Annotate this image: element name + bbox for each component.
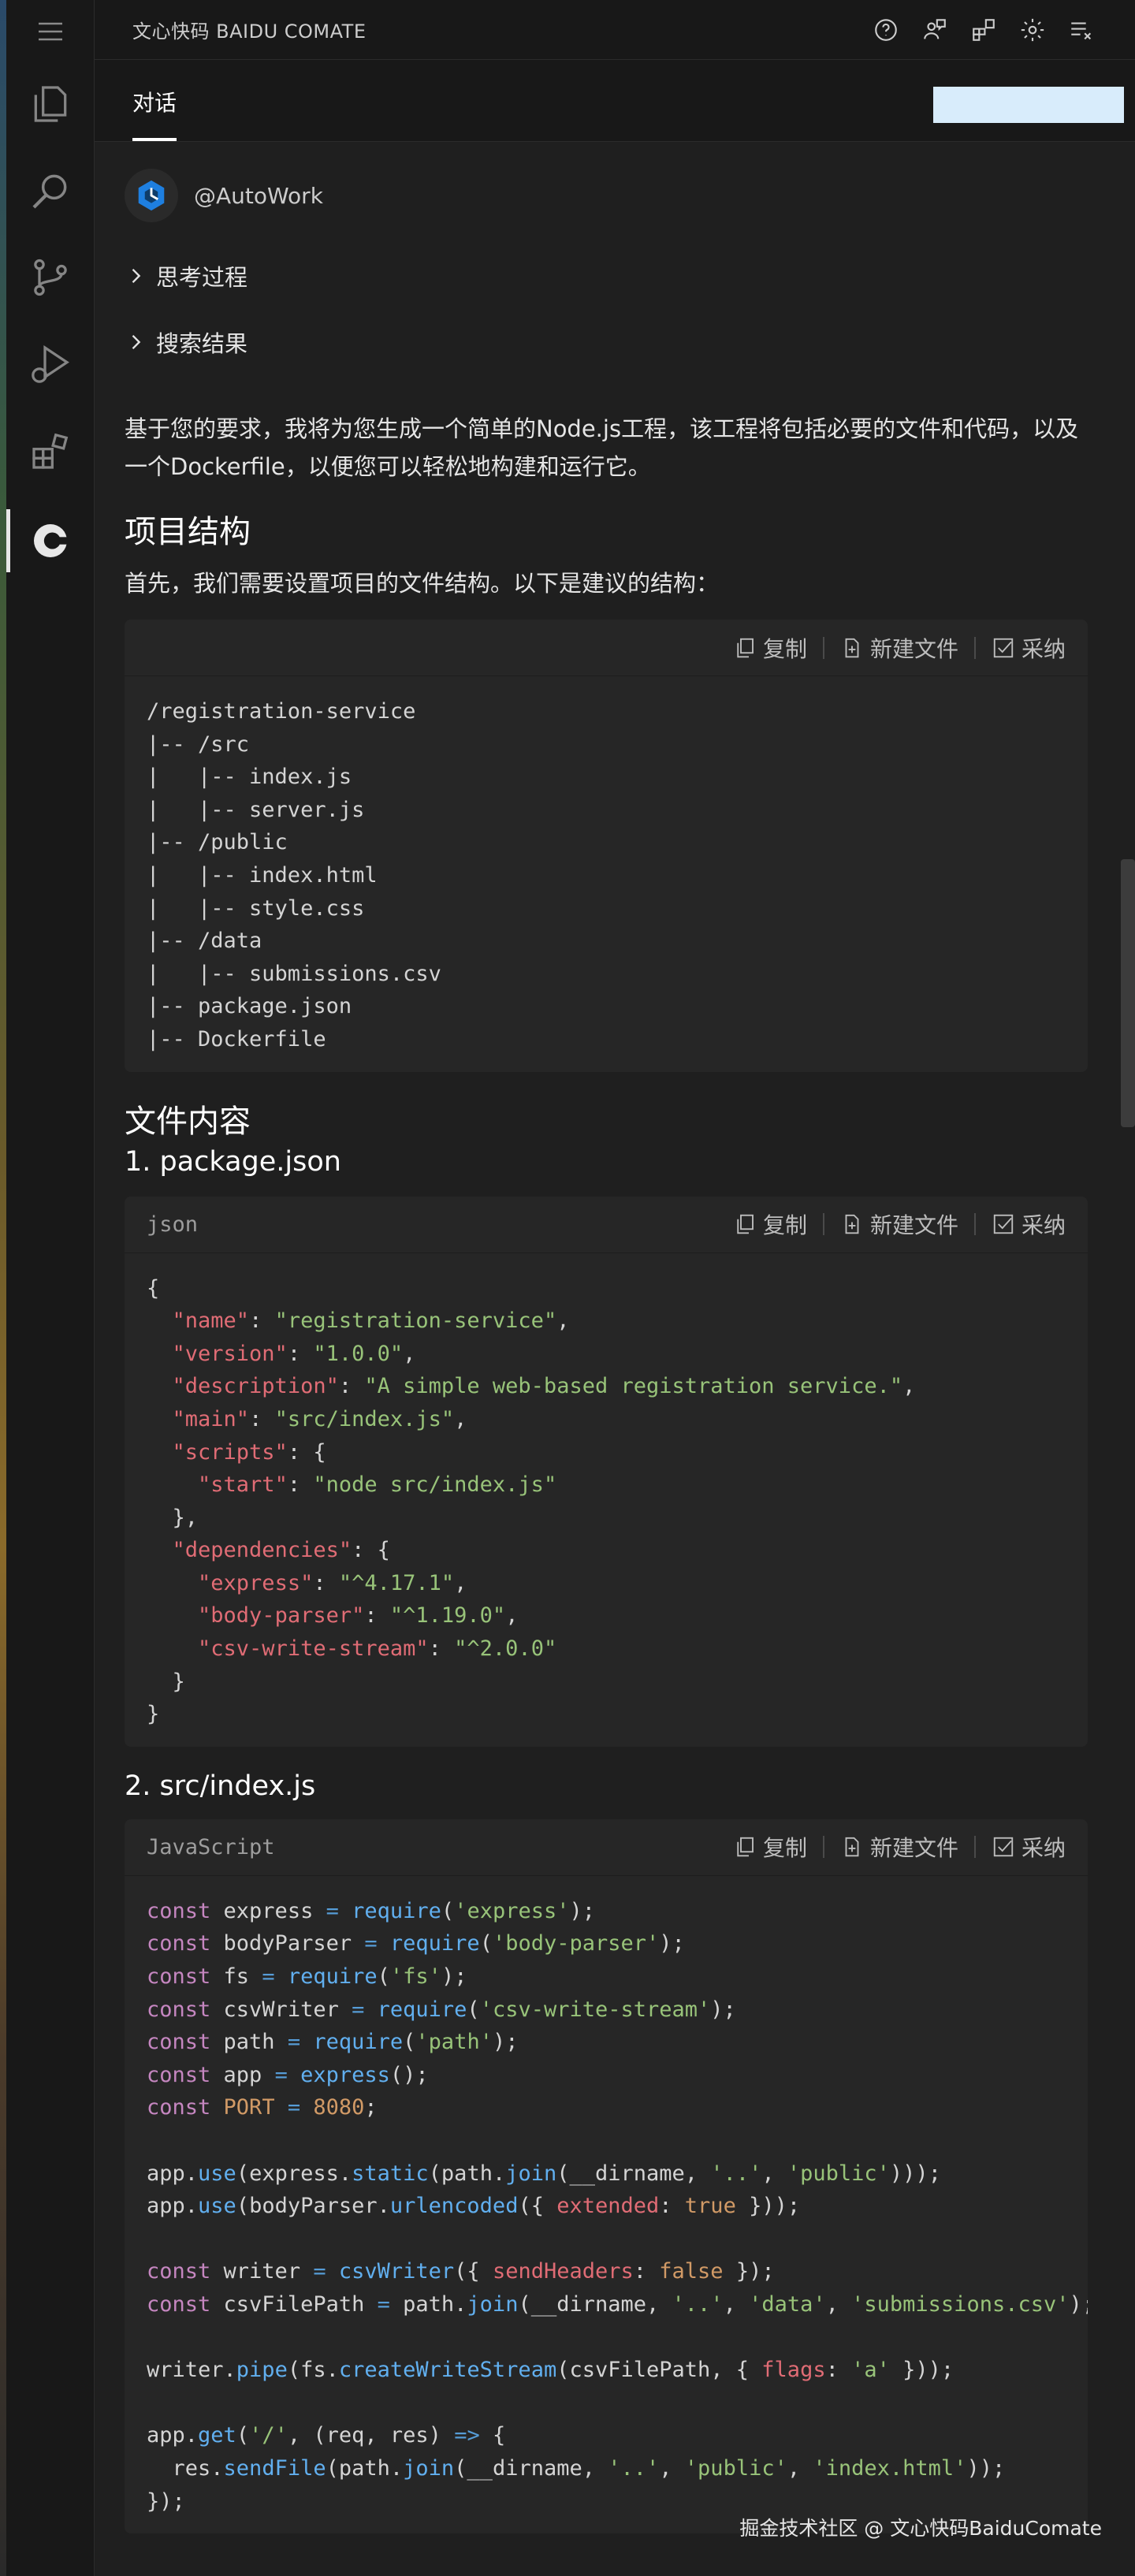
code-line: | |-- style.css — [147, 895, 365, 921]
structure-code-block: 复制 新建文件 采纳 /registration-service |-- /sr… — [125, 620, 1088, 1072]
adopt-button[interactable]: 采纳 — [992, 632, 1066, 664]
desktop-wallpaper — [0, 0, 6, 2576]
tab-chat[interactable]: 对话 — [132, 86, 177, 141]
copy-button[interactable]: 复制 — [733, 1208, 807, 1240]
thinking-process-toggle[interactable]: 思考过程 — [125, 243, 1088, 309]
structure-code: /registration-service |-- /src | |-- ind… — [125, 676, 1088, 1072]
code-line: |-- package.json — [147, 994, 352, 1019]
code-line: |-- Dockerfile — [147, 1026, 326, 1052]
chat-panel: 文心快码 BAIDU COMATE 对话 @AutoWork 思考过程 搜索结果 — [95, 0, 1135, 2576]
agent-chat-icon[interactable] — [919, 14, 951, 46]
tab-bar-highlight-box[interactable] — [933, 87, 1124, 123]
new-file-label: 新建文件 — [869, 635, 958, 662]
adopt-button[interactable]: 采纳 — [992, 1831, 1066, 1863]
history-list-icon[interactable] — [1066, 14, 1097, 46]
copy-label: 复制 — [762, 635, 807, 662]
file1-heading: 1. package.json — [125, 1145, 341, 1178]
new-file-label: 新建文件 — [869, 1835, 958, 1862]
comate-icon[interactable] — [6, 501, 95, 580]
new-file-button[interactable]: 新建文件 — [840, 1208, 958, 1240]
new-file-button[interactable]: 新建文件 — [840, 1831, 958, 1863]
code-line: | |-- index.html — [147, 862, 378, 888]
copy-icon — [737, 1837, 754, 1857]
code-toolbar: 复制 新建文件 采纳 — [125, 620, 1088, 676]
new-file-icon — [845, 638, 859, 657]
tab-strip: 对话 — [95, 60, 1135, 142]
conversation: @AutoWork 思考过程 搜索结果 基于您的要求，我将为您生成一个简单的No… — [95, 148, 1135, 2534]
new-file-button[interactable]: 新建文件 — [840, 632, 958, 664]
watermark: 掘金技术社区 @ 文心快码BaiduComate — [739, 2517, 1102, 2540]
search-results-toggle[interactable]: 搜索结果 — [125, 309, 1088, 375]
checkbox-check-icon — [993, 1214, 1014, 1234]
copy-button[interactable]: 复制 — [733, 632, 807, 664]
package-json-code-block: json 复制 新建文件 采纳 {"name": "registration-… — [125, 1196, 1088, 1747]
copy-icon — [737, 1214, 754, 1234]
copy-label: 复制 — [762, 1835, 807, 1862]
chevron-right-icon — [132, 335, 141, 349]
window-title: 文心快码 BAIDU COMATE — [132, 20, 367, 43]
code-line: | |-- index.js — [147, 765, 352, 790]
copy-label: 复制 — [762, 1212, 807, 1239]
thinking-process-label: 思考过程 — [156, 264, 248, 291]
scrollbar-thumb[interactable] — [1121, 859, 1135, 1127]
search-icon[interactable] — [6, 151, 95, 230]
source-control-icon[interactable] — [6, 238, 95, 317]
code-line: | |-- submissions.csv — [147, 961, 441, 986]
code-line: /registration-service — [147, 699, 416, 724]
files-icon[interactable] — [6, 65, 95, 143]
index-js-code: const express = require('express'); cons… — [147, 1898, 1088, 2514]
checkbox-check-icon — [993, 638, 1014, 657]
code-language: json — [147, 1212, 199, 1237]
code-line: |-- /src — [147, 731, 250, 757]
adopt-label: 采纳 — [1021, 635, 1066, 662]
copy-icon — [737, 638, 754, 657]
avatar — [125, 169, 178, 222]
project-structure-desc: 首先，我们需要设置项目的文件结构。以下是建议的结构： — [125, 570, 720, 597]
activity-bar — [6, 0, 95, 2576]
copy-button[interactable]: 复制 — [733, 1831, 807, 1863]
agent-name: @AutoWork — [194, 182, 323, 209]
code-toolbar: JavaScript 复制 新建文件 采纳 — [125, 1819, 1088, 1876]
package-json-code: { "name": "registration-service", "versi… — [147, 1275, 916, 1727]
chevron-right-icon — [132, 269, 141, 283]
project-structure-heading: 项目结构 — [125, 514, 251, 550]
settings-gear-icon[interactable] — [1017, 14, 1048, 46]
search-results-label: 搜索结果 — [156, 330, 248, 357]
help-icon[interactable] — [870, 14, 902, 46]
new-file-icon — [845, 1837, 859, 1857]
autowork-logo-icon — [138, 180, 165, 211]
adopt-label: 采纳 — [1021, 1212, 1066, 1239]
index-js-code-block: JavaScript 复制 新建文件 采纳 const express = re… — [125, 1818, 1088, 2534]
code-toolbar: json 复制 新建文件 采纳 — [125, 1197, 1088, 1253]
code-line: |-- /data — [147, 929, 262, 954]
extensions-icon[interactable] — [6, 411, 95, 490]
new-file-icon — [845, 1214, 859, 1234]
code-line: |-- /public — [147, 830, 288, 855]
adopt-button[interactable]: 采纳 — [992, 1208, 1066, 1240]
agent-header: @AutoWork — [125, 148, 1088, 243]
checkbox-check-icon — [993, 1837, 1014, 1857]
file2-heading: 2. src/index.js — [125, 1770, 316, 1802]
title-bar: 文心快码 BAIDU COMATE — [95, 0, 1135, 60]
new-file-label: 新建文件 — [869, 1212, 958, 1239]
code-line: | |-- server.js — [147, 797, 365, 822]
intro-paragraph: 基于您的要求，我将为您生成一个简单的Node.js工程，该工程将包括必要的文件和… — [125, 415, 1079, 480]
run-debug-icon[interactable] — [6, 325, 95, 404]
hamburger-menu-icon[interactable] — [6, 0, 95, 71]
code-language: JavaScript — [147, 1834, 275, 1859]
adopt-label: 采纳 — [1021, 1835, 1066, 1862]
plugins-icon[interactable] — [968, 14, 999, 46]
file-contents-heading: 文件内容 — [125, 1103, 251, 1140]
